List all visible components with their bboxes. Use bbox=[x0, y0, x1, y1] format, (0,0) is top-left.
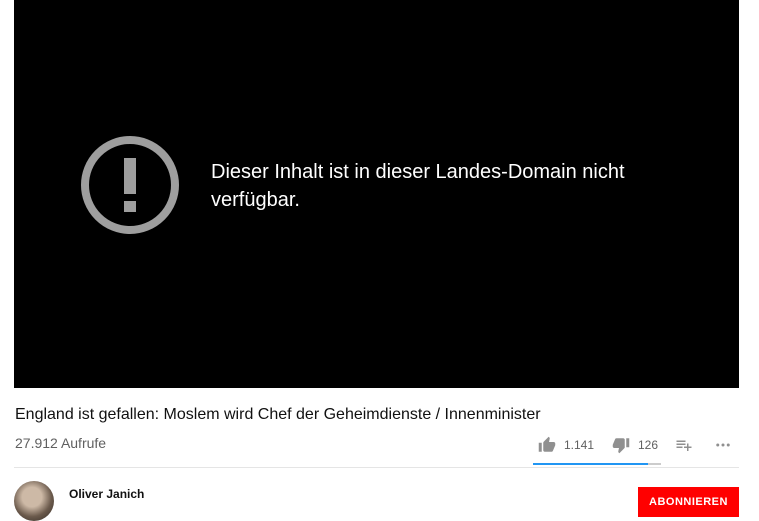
like-button[interactable]: 1.141 bbox=[538, 436, 594, 454]
thumbs-up-icon bbox=[538, 436, 556, 452]
sentiment-bar bbox=[533, 463, 661, 465]
add-to-playlist-button[interactable] bbox=[675, 436, 693, 454]
like-count: 1.141 bbox=[564, 438, 595, 452]
channel-name[interactable]: Oliver Janich bbox=[69, 487, 144, 501]
thumbs-down-icon bbox=[612, 438, 630, 454]
alert-circle-icon bbox=[81, 136, 179, 234]
sentiment-bar-fill bbox=[533, 463, 649, 465]
video-title: England ist gefallen: Moslem wird Chef d… bbox=[15, 406, 541, 423]
channel-avatar[interactable] bbox=[14, 481, 54, 521]
dislike-count: 126 bbox=[638, 438, 659, 452]
player-error-message: Dieser Inhalt ist in dieser Landes-Domai… bbox=[211, 161, 625, 211]
view-count: 27.912 Aufrufe bbox=[15, 435, 107, 451]
divider bbox=[14, 467, 739, 468]
more-horizontal-icon bbox=[716, 443, 730, 447]
dislike-button[interactable]: 126 bbox=[612, 436, 658, 454]
playlist-add-icon bbox=[676, 440, 692, 451]
subscribe-button[interactable]: ABONNIEREN bbox=[638, 487, 739, 517]
more-actions-button[interactable] bbox=[714, 436, 732, 454]
